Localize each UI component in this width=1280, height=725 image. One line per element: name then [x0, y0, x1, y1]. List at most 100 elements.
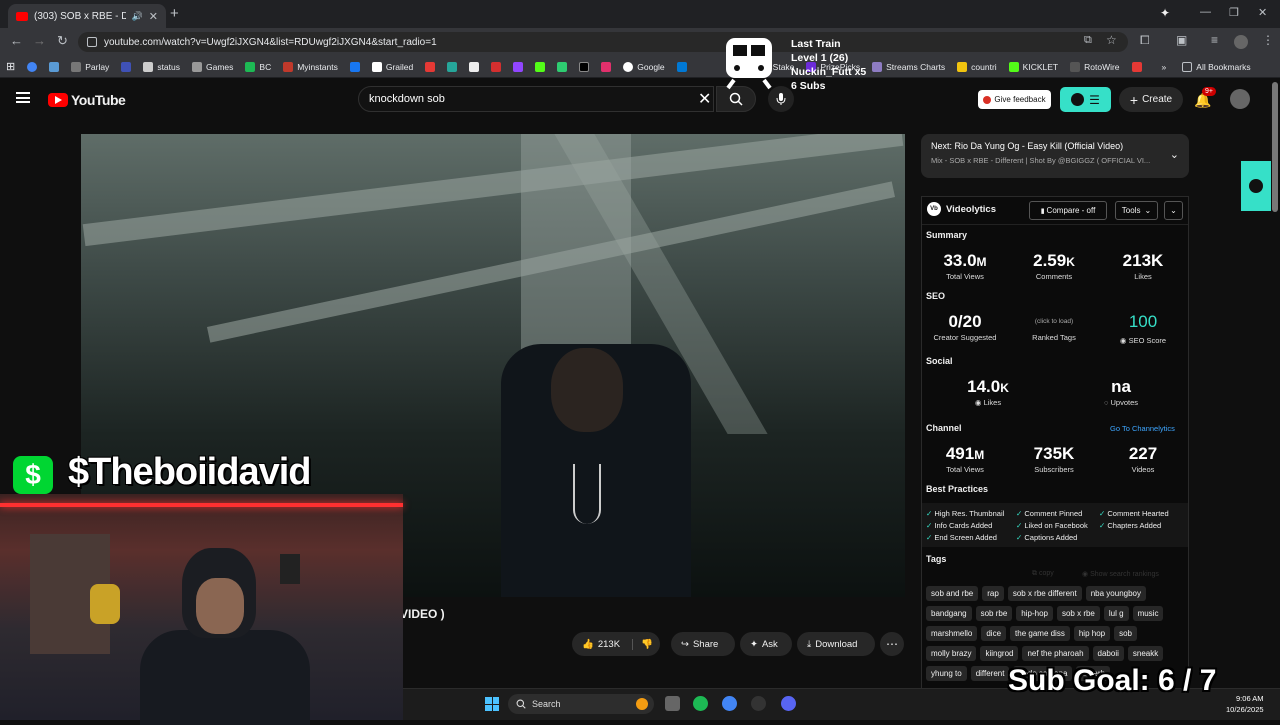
bookmark-icon-8[interactable]: [513, 61, 524, 72]
obs-icon[interactable]: [751, 696, 766, 711]
close-tab-icon[interactable]: ✕: [149, 10, 158, 23]
discord-icon[interactable]: [781, 696, 796, 711]
bookmark-kicklet[interactable]: KICKLET: [1008, 61, 1058, 72]
tag-chip[interactable]: sneakk: [1127, 646, 1164, 661]
bookmark-icon-ig[interactable]: [601, 61, 612, 72]
tag-chip[interactable]: daboii: [1092, 646, 1124, 661]
taskbar-search[interactable]: Search: [508, 694, 654, 714]
show-search-rankings-button[interactable]: ◉ Show search rankings: [1082, 570, 1159, 578]
cast-icon[interactable]: ⧉: [1084, 34, 1092, 47]
bookmark-icon-9[interactable]: [535, 61, 546, 72]
tag-chip[interactable]: sob x rbe: [1056, 606, 1100, 621]
tag-chip[interactable]: marshmello: [926, 626, 978, 641]
bookmark-icon-2[interactable]: [49, 61, 60, 72]
minimize-icon[interactable]: —: [1200, 6, 1211, 18]
reload-icon[interactable]: ↻: [57, 33, 68, 49]
bookmark-icon-1[interactable]: [27, 61, 38, 72]
tag-chip[interactable]: sob x rbe different: [1007, 586, 1082, 601]
bookmark-icon-6[interactable]: [469, 61, 480, 72]
media-icon[interactable]: ≡: [1211, 33, 1218, 47]
back-icon[interactable]: ←: [10, 33, 23, 48]
scrollbar[interactable]: [1272, 82, 1278, 212]
create-button[interactable]: + Create: [1119, 87, 1183, 112]
tag-chip[interactable]: nef the pharoah: [1022, 646, 1089, 661]
tag-chip[interactable]: kiingrod: [980, 646, 1019, 661]
next-up-panel[interactable]: Next: Rio Da Yung Og - Easy Kill (Offici…: [921, 134, 1189, 178]
tag-chip[interactable]: music: [1132, 606, 1164, 621]
tag-chip[interactable]: lul g: [1103, 606, 1129, 621]
bookmark-icon-x[interactable]: [579, 61, 590, 72]
bookmark-icon-4[interactable]: [425, 61, 436, 72]
bookmark-icon-12[interactable]: [1131, 61, 1142, 72]
forward-icon[interactable]: →: [33, 33, 46, 48]
more-actions-icon[interactable]: ⋯: [880, 632, 904, 656]
more-bookmarks-icon[interactable]: »: [1162, 62, 1167, 72]
seo-ranked-tags[interactable]: (click to load) Ranked Tags: [1014, 318, 1094, 342]
new-tab-button[interactable]: +: [170, 5, 179, 22]
share-button[interactable]: ↪ Share: [671, 632, 735, 656]
tag-chip[interactable]: yhung to: [926, 666, 967, 681]
give-feedback-button[interactable]: Give feedback: [978, 90, 1051, 109]
tag-chip[interactable]: bandgang: [926, 606, 972, 621]
bookmark-streams-charts[interactable]: Streams Charts: [872, 61, 945, 72]
tag-chip[interactable]: hip hop: [1073, 626, 1111, 641]
dislike-icon[interactable]: 👎: [632, 638, 653, 650]
sidepanel-icon[interactable]: ▣: [1176, 33, 1187, 47]
bookmark-icon-3[interactable]: [121, 61, 132, 72]
hamburger-menu-icon[interactable]: [16, 92, 30, 103]
site-info-icon[interactable]: [87, 37, 97, 47]
tag-chip[interactable]: nba youngboy: [1085, 586, 1146, 601]
chevron-down-icon[interactable]: ⌄: [1170, 148, 1179, 161]
go-to-channelytics-link[interactable]: Go To Channelytics: [1110, 424, 1175, 433]
account-avatar[interactable]: [1230, 89, 1250, 109]
bookmark-rotowire[interactable]: RotoWire: [1070, 61, 1120, 72]
compare-toggle[interactable]: ▮ Compare - off: [1029, 201, 1107, 220]
bookmark-icon-7[interactable]: [491, 61, 502, 72]
youtube-logo[interactable]: YouTube: [48, 92, 126, 108]
like-icon[interactable]: 👍: [582, 639, 594, 650]
bookmark-bc[interactable]: BC: [245, 61, 271, 72]
tag-chip[interactable]: sob: [1114, 626, 1137, 641]
chrome-icon[interactable]: [722, 696, 737, 711]
copy-tags-button[interactable]: ⧉ copy: [1032, 570, 1054, 578]
videolytics-toggle-button[interactable]: ☰: [1060, 87, 1111, 112]
ask-button[interactable]: ✦ Ask: [740, 632, 792, 656]
tag-chip[interactable]: molly brazy: [926, 646, 977, 661]
task-view-icon[interactable]: [665, 696, 680, 711]
system-clock[interactable]: 9:06 AM 10/26/2025: [1226, 693, 1264, 715]
browser-tab[interactable]: (303) SOB x RBE - Different 🔊 ✕: [8, 4, 166, 28]
bookmark-countri[interactable]: countri: [957, 61, 997, 72]
audio-icon[interactable]: 🔊: [132, 11, 143, 22]
bookmark-google[interactable]: Google: [623, 61, 665, 72]
tag-chip[interactable]: the game diss: [1010, 626, 1070, 641]
maximize-icon[interactable]: ❐: [1229, 6, 1239, 19]
bookmark-games[interactable]: Games: [192, 61, 233, 72]
address-bar[interactable]: youtube.com/watch?v=Uwgf2iJXGN4&list=RDU…: [78, 32, 1128, 52]
bookmark-grailed[interactable]: Grailed: [371, 61, 413, 72]
spotify-icon[interactable]: [693, 696, 708, 711]
tag-chip[interactable]: hip-hop: [1016, 606, 1053, 621]
tag-chip[interactable]: sob rbe: [975, 606, 1013, 621]
collapse-dropdown[interactable]: ⌄: [1164, 201, 1183, 220]
menu-icon[interactable]: ⋮: [1262, 33, 1274, 47]
windows-start-icon[interactable]: [485, 697, 499, 711]
profile-avatar[interactable]: [1234, 35, 1248, 49]
tag-chip[interactable]: sob and rbe: [926, 586, 979, 601]
tag-chip[interactable]: rap: [982, 586, 1004, 601]
all-bookmarks[interactable]: All Bookmarks: [1182, 61, 1251, 72]
tag-chip[interactable]: different: [970, 666, 1010, 681]
videolytics-side-tab[interactable]: [1241, 161, 1271, 211]
tools-dropdown[interactable]: Tools ⌄: [1115, 201, 1158, 220]
notifications-bell-icon[interactable]: 🔔 9+: [1194, 87, 1216, 109]
like-dislike-group[interactable]: 👍 213K 👎: [572, 632, 660, 656]
bookmark-star-icon[interactable]: ☆: [1106, 33, 1117, 47]
bookmark-icon-10[interactable]: [557, 61, 568, 72]
bookmark-icon-fb[interactable]: [349, 61, 360, 72]
extensions-icon[interactable]: ⧠: [1140, 33, 1150, 48]
clear-search-icon[interactable]: ✕: [698, 89, 711, 109]
search-input[interactable]: knockdown sob: [358, 86, 714, 112]
apps-icon[interactable]: ⊞: [6, 60, 15, 73]
close-window-icon[interactable]: ✕: [1258, 6, 1267, 19]
bookmark-myinstants[interactable]: Myinstants: [283, 61, 338, 72]
download-button[interactable]: ⤓ Download: [797, 632, 875, 656]
